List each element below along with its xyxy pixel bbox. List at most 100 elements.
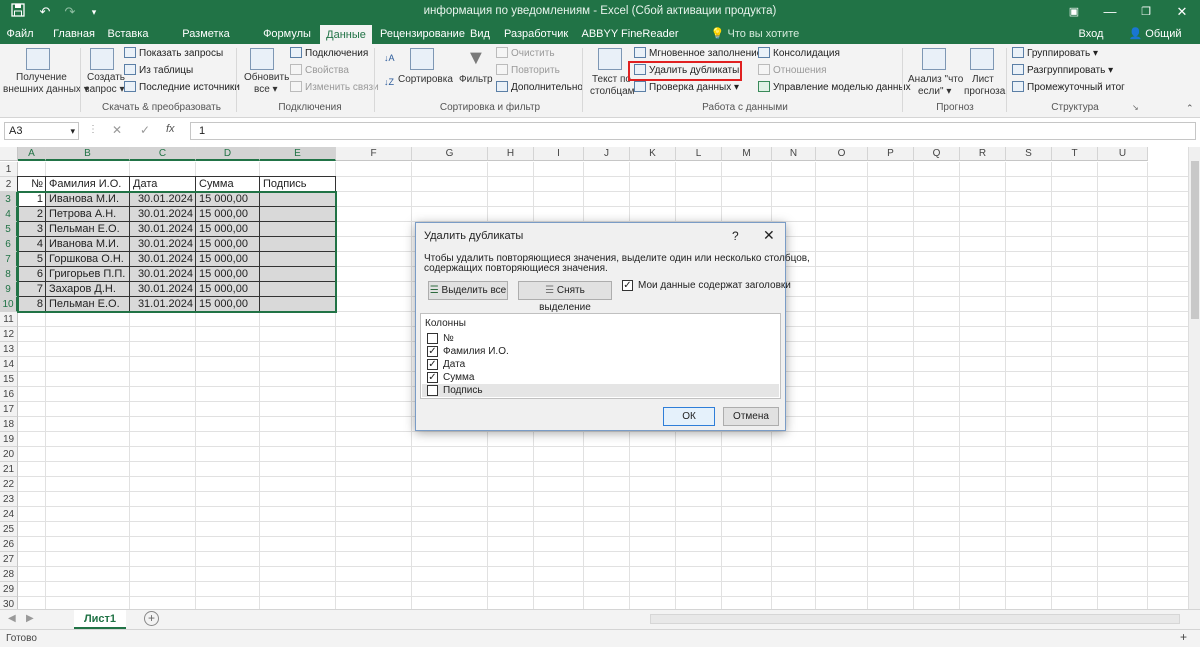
column-header[interactable]: E xyxy=(260,147,336,161)
table-cell[interactable] xyxy=(260,192,336,207)
tell-me-box[interactable]: 💡 Что вы хотите сделать? xyxy=(692,24,818,60)
table-cell[interactable]: 30.01.2024 xyxy=(130,252,196,267)
recent-sources-button[interactable]: Последние источники xyxy=(124,80,240,96)
column-header[interactable]: A xyxy=(18,147,46,161)
table-cell[interactable]: 15 000,00 xyxy=(196,267,260,282)
row-header[interactable]: 15 xyxy=(0,372,18,387)
properties-button[interactable]: Свойства xyxy=(290,63,349,79)
table-cell[interactable] xyxy=(260,252,336,267)
table-cell[interactable]: 15 000,00 xyxy=(196,192,260,207)
scroll-thumb[interactable] xyxy=(1191,161,1199,319)
column-header[interactable]: U xyxy=(1098,147,1148,161)
what-if-label-1[interactable]: Анализ "что xyxy=(908,74,963,85)
dialog-launcher-icon[interactable]: ↘ xyxy=(1132,100,1139,116)
filter-button[interactable]: Фильтр xyxy=(459,74,493,85)
row-header[interactable]: 19 xyxy=(0,432,18,447)
unselect-all-button[interactable]: ☰ Снять выделение xyxy=(518,281,612,313)
sort-az-icon[interactable]: ↓A xyxy=(384,50,395,66)
table-cell[interactable]: 7 xyxy=(18,282,46,297)
table-cell[interactable] xyxy=(260,207,336,222)
subtotal-button[interactable]: Промежуточный итог xyxy=(1012,80,1125,96)
table-cell[interactable]: Горшкова О.Н. xyxy=(46,252,130,267)
row-header[interactable]: 3 xyxy=(0,192,18,207)
table-cell[interactable]: Фамилия И.О. xyxy=(46,177,130,192)
table-cell[interactable]: 8 xyxy=(18,297,46,312)
table-cell[interactable]: 15 000,00 xyxy=(196,207,260,222)
table-cell[interactable] xyxy=(260,297,336,312)
table-cell[interactable]: Иванова М.И. xyxy=(46,192,130,207)
formula-input[interactable]: 1 xyxy=(190,122,1196,140)
table-cell[interactable]: 15 000,00 xyxy=(196,282,260,297)
close-icon[interactable]: ✕ xyxy=(1164,0,1200,24)
column-header[interactable]: F xyxy=(336,147,412,161)
refresh-all-label-2[interactable]: все ▾ xyxy=(254,84,278,95)
help-icon[interactable]: ? xyxy=(732,229,739,243)
table-cell[interactable]: № xyxy=(18,177,46,192)
column-checkbox[interactable] xyxy=(427,333,438,344)
row-header[interactable]: 5 xyxy=(0,222,18,237)
table-cell[interactable]: 15 000,00 xyxy=(196,222,260,237)
ribbon-display-icon[interactable]: ▣ xyxy=(1056,0,1092,24)
column-header[interactable]: Q xyxy=(914,147,960,161)
restore-icon[interactable]: ❐ xyxy=(1128,0,1164,24)
tab-home[interactable]: Главная xyxy=(50,24,98,44)
new-query-label-1[interactable]: Создать xyxy=(87,72,125,83)
row-header[interactable]: 1 xyxy=(0,162,18,177)
column-header[interactable]: M xyxy=(722,147,772,161)
new-query-label-2[interactable]: запрос ▾ xyxy=(85,84,125,95)
table-cell[interactable] xyxy=(260,282,336,297)
text-to-columns-label-1[interactable]: Текст по xyxy=(592,74,631,85)
tab-file[interactable]: Файл xyxy=(4,24,36,44)
signin-link[interactable]: Вход xyxy=(1074,24,1108,44)
add-sheet-icon[interactable]: + xyxy=(144,611,159,626)
edit-links-button[interactable]: Изменить связи xyxy=(290,80,379,96)
tab-abbyy[interactable]: ABBYY FineReader 11 xyxy=(580,24,680,60)
resize-handle-icon[interactable]: ⋮ xyxy=(88,124,98,135)
flash-fill-button[interactable]: Мгновенное заполнение xyxy=(634,46,762,62)
forecast-sheet-label-2[interactable]: прогноза xyxy=(964,86,1005,97)
row-header[interactable]: 27 xyxy=(0,552,18,567)
row-header[interactable]: 10 xyxy=(0,297,18,312)
row-header[interactable]: 21 xyxy=(0,462,18,477)
table-cell[interactable]: 30.01.2024 xyxy=(130,192,196,207)
columns-listbox[interactable]: Колонны № ✓ Фамилия И.О. ✓ Дата ✓ Сумма Подпись xyxy=(420,313,781,399)
table-cell[interactable]: 1 xyxy=(18,192,46,207)
row-header[interactable]: 29 xyxy=(0,582,18,597)
reapply-button[interactable]: Повторить xyxy=(496,63,560,79)
row-header[interactable]: 11 xyxy=(0,312,18,327)
clear-button[interactable]: Очистить xyxy=(496,46,555,62)
show-queries-button[interactable]: Показать запросы xyxy=(124,46,223,62)
table-cell[interactable]: 15 000,00 xyxy=(196,297,260,312)
row-header[interactable]: 6 xyxy=(0,237,18,252)
column-header[interactable]: N xyxy=(772,147,816,161)
ok-button[interactable]: ОК xyxy=(663,407,715,426)
table-cell[interactable]: Пельман Е.О. xyxy=(46,297,130,312)
row-header[interactable]: 9 xyxy=(0,282,18,297)
row-header[interactable]: 14 xyxy=(0,357,18,372)
table-cell[interactable] xyxy=(260,267,336,282)
table-cell[interactable]: Захаров Д.Н. xyxy=(46,282,130,297)
column-header[interactable]: C xyxy=(130,147,196,161)
table-cell[interactable]: 30.01.2024 xyxy=(130,222,196,237)
table-cell[interactable]: Пельман Е.О. xyxy=(46,222,130,237)
sheet-tab-1[interactable]: Лист1 xyxy=(74,610,126,629)
row-header[interactable]: 24 xyxy=(0,507,18,522)
select-all-corner[interactable] xyxy=(0,147,18,161)
tab-view[interactable]: Вид xyxy=(468,24,492,44)
column-option[interactable]: ✓ Дата xyxy=(422,358,779,371)
data-model-button[interactable]: Управление моделью данных xyxy=(758,80,911,96)
table-cell[interactable]: 30.01.2024 xyxy=(130,282,196,297)
minimize-icon[interactable]: — xyxy=(1092,0,1128,24)
what-if-label-2[interactable]: если" ▾ xyxy=(918,86,951,97)
cancel-formula-icon[interactable]: ✕ xyxy=(112,123,122,137)
column-checkbox[interactable]: ✓ xyxy=(427,346,438,357)
row-header[interactable]: 4 xyxy=(0,207,18,222)
column-header[interactable]: B xyxy=(46,147,130,161)
from-table-button[interactable]: Из таблицы xyxy=(124,63,193,79)
consolidate-button[interactable]: Консолидация xyxy=(758,46,840,62)
table-cell[interactable]: Дата xyxy=(130,177,196,192)
tab-data[interactable]: Данные xyxy=(320,25,372,44)
tab-formulas[interactable]: Формулы xyxy=(262,24,312,44)
column-header[interactable]: R xyxy=(960,147,1006,161)
column-header[interactable]: I xyxy=(534,147,584,161)
